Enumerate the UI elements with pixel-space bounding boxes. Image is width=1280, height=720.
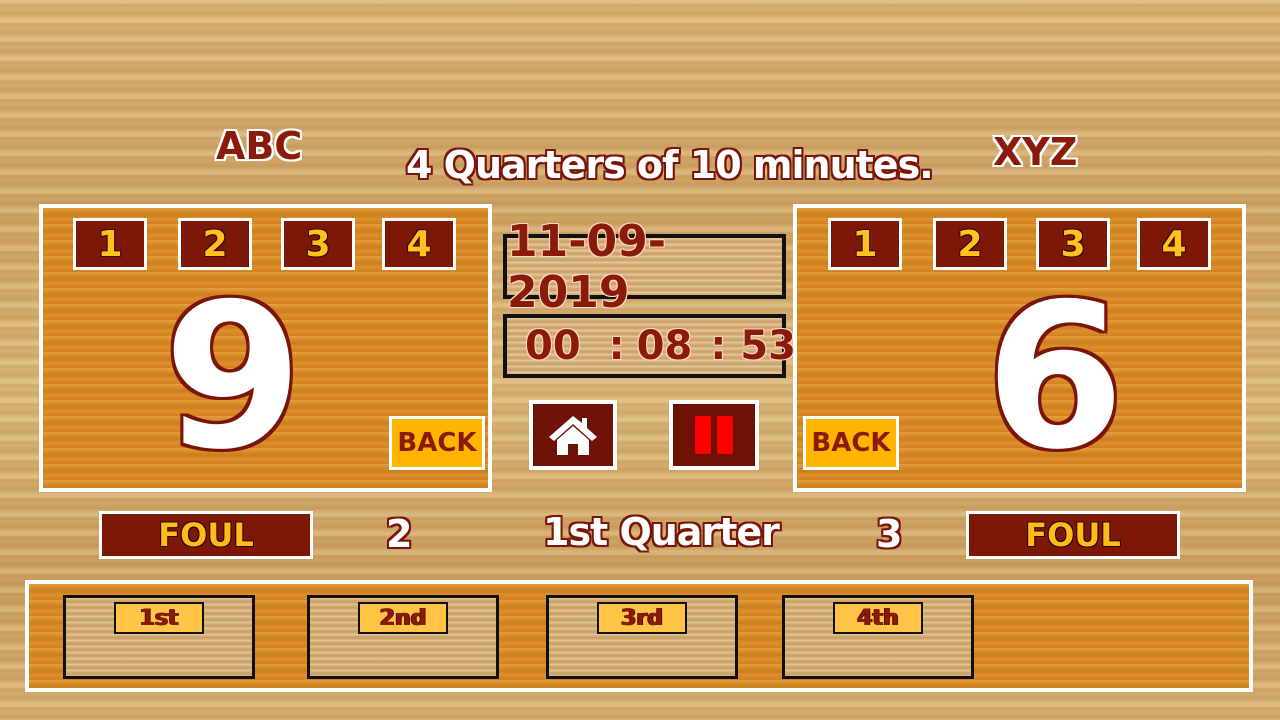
clock-hours: 00 [525, 323, 581, 369]
period-label-2: 2nd [358, 602, 448, 634]
right-foul-button[interactable]: FOUL [966, 511, 1180, 559]
team-name-left: ABC [216, 124, 303, 168]
right-team-panel: 1 2 3 4 6 BACK [793, 204, 1246, 492]
right-back-button[interactable]: BACK [803, 416, 899, 470]
game-format-title: 4 Quarters of 10 minutes. [406, 143, 934, 187]
pause-icon [695, 416, 733, 454]
clock-separator: : [608, 323, 625, 369]
clock-seconds: 53 [740, 323, 797, 369]
home-button[interactable] [529, 400, 617, 470]
period-slot-3: 3rd [546, 595, 738, 679]
right-quarter-1-button[interactable]: 1 [828, 218, 902, 270]
game-clock: 00 : 08 : 53 [503, 314, 796, 378]
period-label-1: 1st [114, 602, 204, 634]
left-foul-button[interactable]: FOUL [99, 511, 313, 559]
right-quarter-4-button[interactable]: 4 [1137, 218, 1211, 270]
period-slot-4: 4th [782, 595, 974, 679]
period-slot-2: 2nd [307, 595, 499, 679]
period-label-4: 4th [833, 602, 923, 634]
right-foul-count: 3 [876, 512, 903, 556]
right-score[interactable]: 6 [985, 278, 1125, 478]
current-period: 1st Quarter [543, 510, 780, 554]
left-score[interactable]: 9 [163, 278, 303, 478]
pause-button[interactable] [669, 400, 759, 470]
clock-minutes: 08 [636, 323, 693, 369]
left-quarter-1-button[interactable]: 1 [73, 218, 147, 270]
date-text: 11-09-2019 [507, 215, 666, 318]
left-quarter-4-button[interactable]: 4 [382, 218, 456, 270]
left-team-panel: 1 2 3 4 9 BACK [39, 204, 492, 492]
period-slot-1: 1st [63, 595, 255, 679]
period-summary-panel: 1st 2nd 3rd 4th [25, 580, 1253, 692]
clock-separator: : [710, 323, 727, 369]
home-icon [549, 416, 597, 455]
team-name-right: XYZ [993, 130, 1078, 174]
date-display: 11-09-2019 [503, 216, 786, 318]
left-foul-count: 2 [386, 512, 413, 556]
left-back-button[interactable]: BACK [389, 416, 485, 470]
period-label-3: 3rd [597, 602, 687, 634]
